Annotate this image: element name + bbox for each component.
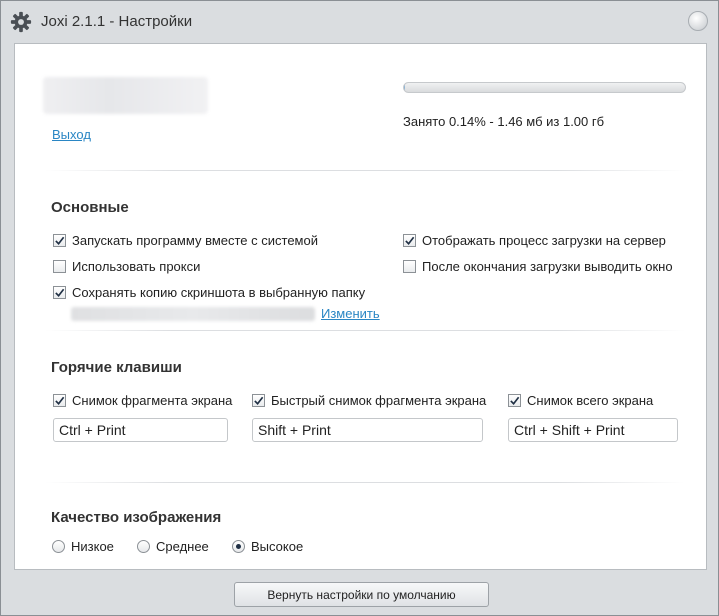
checkbox[interactable] [403, 260, 416, 273]
title-bar: Joxi 2.1.1 - Настройки [1, 1, 718, 43]
hotkey-quick-fragment-option[interactable]: Быстрый снимок фрагмента экрана [252, 393, 486, 408]
divider [45, 482, 685, 483]
option-label: Отображать процесс загрузки на сервер [422, 233, 666, 248]
checkmark-icon [55, 396, 65, 405]
option-show-window-after-upload[interactable]: После окончания загрузки выводить окно [403, 259, 673, 274]
checkmark-icon [254, 396, 264, 405]
quality-high-option[interactable]: Высокое [232, 539, 303, 554]
save-folder-path-redacted [71, 307, 315, 321]
checkbox[interactable] [252, 394, 265, 407]
option-label: Снимок фрагмента экрана [72, 393, 233, 408]
option-save-copy[interactable]: Сохранять копию скриншота в выбранную па… [53, 285, 365, 300]
storage-progress-bar [403, 82, 686, 93]
user-name-redacted [43, 77, 208, 114]
hotkey-fullscreen-input[interactable]: Ctrl + Shift + Print [508, 418, 678, 442]
reset-defaults-button[interactable]: Вернуть настройки по умолчанию [234, 582, 489, 607]
window-title: Joxi 2.1.1 - Настройки [41, 13, 193, 30]
gear-icon [10, 11, 32, 33]
radio-button[interactable] [137, 540, 150, 553]
divider [45, 330, 685, 331]
option-label: После окончания загрузки выводить окно [422, 259, 673, 274]
option-use-proxy[interactable]: Использовать прокси [53, 259, 200, 274]
storage-usage-text: Занято 0.14% - 1.46 мб из 1.00 гб [403, 114, 605, 129]
hotkey-fragment-input[interactable]: Ctrl + Print [53, 418, 228, 442]
checkbox[interactable] [403, 234, 416, 247]
change-folder-link[interactable]: Изменить [321, 306, 380, 321]
option-label: Снимок всего экрана [527, 393, 654, 408]
option-label: Сохранять копию скриншота в выбранную па… [72, 285, 366, 300]
hotkey-quick-fragment-input[interactable]: Shift + Print [252, 418, 483, 442]
checkbox[interactable] [53, 286, 66, 299]
hotkey-fullscreen-option[interactable]: Снимок всего экрана [508, 393, 653, 408]
option-label: Запускать программу вместе с системой [72, 233, 318, 248]
checkmark-icon [405, 236, 415, 245]
section-title-general: Основные [51, 199, 129, 216]
checkbox[interactable] [53, 394, 66, 407]
checkbox[interactable] [53, 260, 66, 273]
divider [45, 170, 685, 171]
option-label: Низкое [71, 539, 114, 554]
option-show-upload-progress[interactable]: Отображать процесс загрузки на сервер [403, 233, 666, 248]
checkmark-icon [55, 288, 65, 297]
close-button[interactable] [688, 11, 708, 31]
checkbox[interactable] [508, 394, 521, 407]
quality-low-option[interactable]: Низкое [52, 539, 114, 554]
section-title-quality: Качество изображения [51, 509, 222, 526]
option-autostart[interactable]: Запускать программу вместе с системой [53, 233, 318, 248]
settings-panel: Выход Занято 0.14% - 1.46 мб из 1.00 гб … [14, 43, 707, 570]
option-label: Высокое [251, 539, 304, 554]
logout-link[interactable]: Выход [52, 127, 91, 142]
quality-medium-option[interactable]: Среднее [137, 539, 209, 554]
option-label: Быстрый снимок фрагмента экрана [271, 393, 487, 408]
checkmark-icon [510, 396, 520, 405]
radio-button[interactable] [52, 540, 65, 553]
checkbox[interactable] [53, 234, 66, 247]
option-label: Среднее [156, 539, 209, 554]
settings-window: Joxi 2.1.1 - Настройки Выход Занято 0.14… [0, 0, 719, 616]
checkmark-icon [55, 236, 65, 245]
section-title-hotkeys: Горячие клавиши [51, 359, 182, 376]
radio-button[interactable] [232, 540, 245, 553]
option-label: Использовать прокси [72, 259, 201, 274]
hotkey-fragment-option[interactable]: Снимок фрагмента экрана [53, 393, 232, 408]
